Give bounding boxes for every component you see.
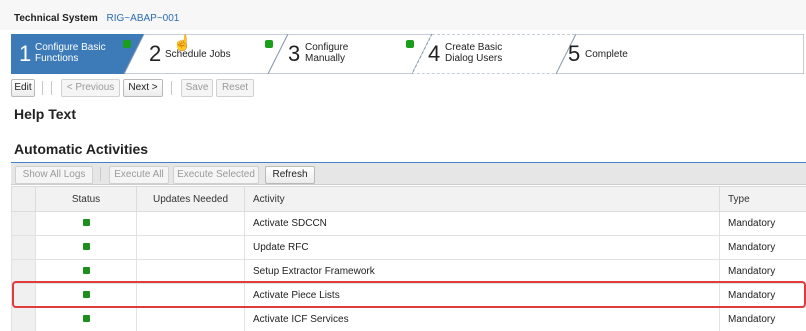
activity-cell: Activate SDCCN xyxy=(244,211,720,236)
updates-needed-cell xyxy=(136,307,245,331)
updates-needed-cell xyxy=(136,259,245,284)
activity-cell: Setup Extractor Framework xyxy=(244,259,720,284)
updates-needed-cell xyxy=(136,283,245,308)
column-header-status[interactable]: Status xyxy=(35,186,137,212)
status-cell xyxy=(35,259,137,284)
previous-button[interactable]: < Previous xyxy=(61,79,120,97)
refresh-button[interactable]: Refresh xyxy=(265,166,315,184)
help-text-title: Help Text xyxy=(14,106,76,122)
technical-system-label: Technical System xyxy=(14,13,98,24)
activity-cell: Update RFC xyxy=(244,235,720,260)
roadmap-step-4[interactable]: 4 Create Basic Dialog Users xyxy=(421,34,561,74)
type-cell: Mandatory xyxy=(719,235,806,260)
status-cell xyxy=(35,211,137,236)
technical-system-value[interactable]: RIG~ABAP~001 xyxy=(107,13,180,24)
table-header-row: Status Updates Needed Activity Type xyxy=(11,186,806,212)
type-cell: Mandatory xyxy=(719,307,806,331)
roadmap-step-1[interactable]: 1 Configure Basic Functions xyxy=(11,34,144,74)
header-bar: Technical System RIG~ABAP~001 xyxy=(0,0,806,30)
table-row[interactable]: Activate ICF Services Mandatory xyxy=(11,307,806,331)
toolbar-divider xyxy=(100,167,101,181)
row-selector[interactable] xyxy=(11,283,36,308)
show-all-logs-button[interactable]: Show All Logs xyxy=(15,166,93,184)
roadmap-step-2[interactable]: 2 Schedule Jobs xyxy=(141,34,281,74)
row-selector[interactable] xyxy=(11,211,36,236)
row-selector[interactable] xyxy=(11,259,36,284)
column-header-updates-needed[interactable]: Updates Needed xyxy=(136,186,245,212)
row-selector[interactable] xyxy=(11,235,36,260)
step-number: 2 xyxy=(149,41,162,66)
step-label-line2: Manually xyxy=(305,53,346,64)
column-header-type[interactable]: Type xyxy=(719,186,806,212)
row-selector[interactable] xyxy=(11,307,36,331)
step-label-line2: Dialog Users xyxy=(445,53,503,64)
step-label-line1: Complete xyxy=(585,49,628,60)
activity-cell: Activate Piece Lists xyxy=(244,283,720,308)
status-cell xyxy=(35,235,137,260)
toolbar-divider xyxy=(171,81,172,95)
activities-table: Status Updates Needed Activity Type Acti… xyxy=(11,186,806,331)
technical-system: Technical System RIG~ABAP~001 xyxy=(14,13,179,24)
status-green-icon xyxy=(82,267,90,274)
step-complete-icon xyxy=(265,40,273,48)
edit-button[interactable]: Edit xyxy=(11,79,35,97)
status-green-icon xyxy=(82,315,90,322)
column-header-activity[interactable]: Activity xyxy=(244,186,720,212)
execute-all-button[interactable]: Execute All xyxy=(109,166,169,184)
roadmap: 1 Configure Basic Functions 2 Schedule J… xyxy=(11,34,804,74)
step-complete-icon xyxy=(406,40,414,48)
activity-toolbar: Show All Logs Execute All Execute Select… xyxy=(11,163,806,185)
table-row[interactable]: Activate Piece Lists Mandatory xyxy=(11,283,806,308)
status-cell xyxy=(35,283,137,308)
step-label-line1: Configure Basic xyxy=(35,42,106,53)
table-row[interactable]: Activate SDCCN Mandatory xyxy=(11,211,806,236)
step-label-line2: Functions xyxy=(35,53,79,64)
toolbar-divider xyxy=(42,81,43,95)
select-all-cell[interactable] xyxy=(11,186,36,212)
status-green-icon xyxy=(82,243,90,250)
step-label-line1: Configure xyxy=(305,42,349,53)
roadmap-step-3[interactable]: 3 Configure Manually xyxy=(281,34,421,74)
status-cell xyxy=(35,307,137,331)
step-number: 5 xyxy=(568,41,581,66)
save-button[interactable]: Save xyxy=(181,79,213,97)
table-row[interactable]: Setup Extractor Framework Mandatory xyxy=(11,259,806,284)
section-title: Automatic Activities xyxy=(14,141,149,157)
updates-needed-cell xyxy=(136,211,245,236)
type-cell: Mandatory xyxy=(719,211,806,236)
step-label-line1: Create Basic xyxy=(445,42,503,53)
execute-selected-button[interactable]: Execute Selected xyxy=(173,166,259,184)
status-green-icon xyxy=(82,219,90,226)
step-complete-icon xyxy=(123,40,131,48)
step-number: 4 xyxy=(428,41,441,66)
table-row[interactable]: Update RFC Mandatory xyxy=(11,235,806,260)
next-button[interactable]: Next > xyxy=(123,79,163,97)
type-cell: Mandatory xyxy=(719,283,806,308)
step-number: 3 xyxy=(288,41,301,66)
status-green-icon xyxy=(82,291,90,298)
reset-button[interactable]: Reset xyxy=(216,79,254,97)
roadmap-step-5[interactable]: 5 Complete xyxy=(561,34,804,74)
type-cell: Mandatory xyxy=(719,259,806,284)
activity-cell: Activate ICF Services xyxy=(244,307,720,331)
toolbar-divider xyxy=(51,81,52,95)
updates-needed-cell xyxy=(136,235,245,260)
hand-cursor-icon: ☝ xyxy=(173,35,192,52)
step-number: 1 xyxy=(19,41,32,66)
